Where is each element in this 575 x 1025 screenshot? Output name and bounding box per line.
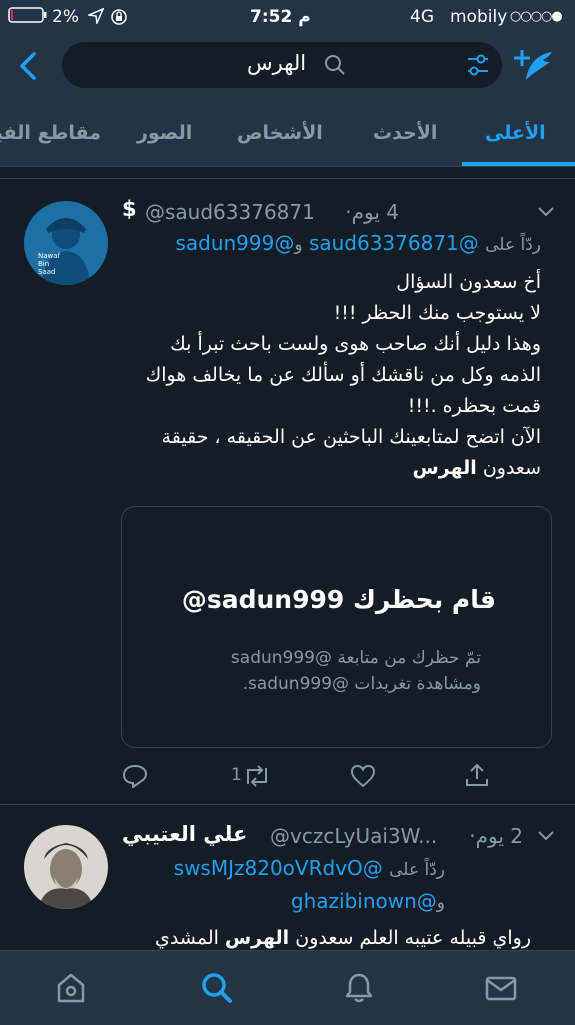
bottom-tab-bar [0,950,575,1025]
reply-mention[interactable]: @swsMJz820oVRdvO [174,856,383,880]
battery-percent: 2% [52,7,79,27]
battery-indicator [8,6,48,29]
carrier-name: mobily [450,7,508,27]
display-name[interactable]: $ [122,197,137,221]
search-header: الهرس [0,34,575,104]
tab-videos[interactable]: مقاطع الفيديو [0,122,101,144]
signal-strength: ○○○○● [510,9,563,24]
reply-mention[interactable]: @ghazibinown [291,889,437,913]
search-field[interactable]: الهرس [62,42,502,88]
reply-context: ردّاً على @saud63376871 و@sadun999 [175,231,541,255]
tab-latest[interactable]: الأحدث [373,122,437,144]
avatar-caption: Nawaf Bin Saad [38,252,61,276]
back-arrow-icon [20,52,36,80]
filter-icon[interactable] [466,51,490,79]
blocked-card-body: تمّ حظرك من متابعة @sadun999 ومشاهدة تغر… [230,648,481,694]
status-time: 7:52 م [250,7,311,27]
retweet-count: 1 [231,765,242,785]
reply-icon[interactable] [122,764,148,788]
reply-context-line-2: و@ghazibinown [290,889,445,913]
tab-people[interactable]: الأشخاص [237,122,323,144]
tweet-time: 4 يوم [351,200,399,224]
reply-mention[interactable]: @sadun999 [175,231,294,255]
messages-icon[interactable] [484,971,518,1005]
avatar-portrait-icon [38,843,94,909]
compose-icon [514,50,552,80]
tab-top[interactable]: الأعلى [485,122,546,144]
search-query[interactable]: الهرس [247,51,306,75]
lock-rotation-icon [110,8,128,31]
retweet-icon[interactable] [242,764,272,788]
reply-context: ردّاً على @swsMJz820oVRdvO [173,856,445,880]
search-results: Nawaf Bin Saad 4 يوم· @saud63376871 $ رد… [0,166,575,950]
battery-icon [8,7,47,23]
display-name[interactable]: علي العتيبي [122,822,247,846]
compose-button[interactable] [512,46,556,90]
chevron-down-icon[interactable] [536,829,556,843]
tweet-item[interactable]: Nawaf Bin Saad 4 يوم· @saud63376871 $ رد… [0,179,575,803]
tweet-handle[interactable]: @vczcLyUai3W... [270,824,437,848]
home-icon[interactable] [54,971,88,1005]
tweet-text: رواي قبيله عتيبه العلم سعدون الهرس المشد… [155,927,531,949]
tweet-header: 2 يوم· [469,824,523,848]
back-button[interactable] [16,50,42,86]
blocked-card-title: @sadun999 قام بحظرك [181,585,496,614]
tweet-handle[interactable]: @saud63376871 [145,200,315,224]
status-bar: 2% 7:52 م 4G mobily ○○○○● [0,0,575,34]
share-icon[interactable] [464,762,490,788]
location-icon [86,7,105,29]
notifications-icon[interactable] [342,971,376,1005]
blocked-card: @sadun999 قام بحظرك تمّ حظرك من متابعة @… [121,506,552,748]
tweet-time: 2 يوم [475,824,523,848]
tab-photos[interactable]: الصور [137,122,192,144]
avatar[interactable] [24,825,108,909]
tweet-text: أخ سعدون السؤال لا يستوجب منك الحظر !!! … [145,271,541,479]
network-type: 4G [410,7,434,27]
search-tab-icon[interactable] [200,971,234,1005]
reply-mention[interactable]: @saud63376871 [309,231,479,255]
avatar[interactable]: Nawaf Bin Saad [24,201,108,285]
chevron-down-icon[interactable] [536,205,556,219]
search-tabs: الأعلى الأحدث الأشخاص الصور مقاطع الفيدي… [0,104,575,166]
tweet-item[interactable]: 2 يوم· @vczcLyUai3W... علي العتيبي ردّاً… [0,805,575,950]
search-icon [325,55,345,75]
tweet-header: 4 يوم· [345,200,399,224]
avatar-portrait-icon [42,218,90,285]
like-icon[interactable] [350,764,376,788]
